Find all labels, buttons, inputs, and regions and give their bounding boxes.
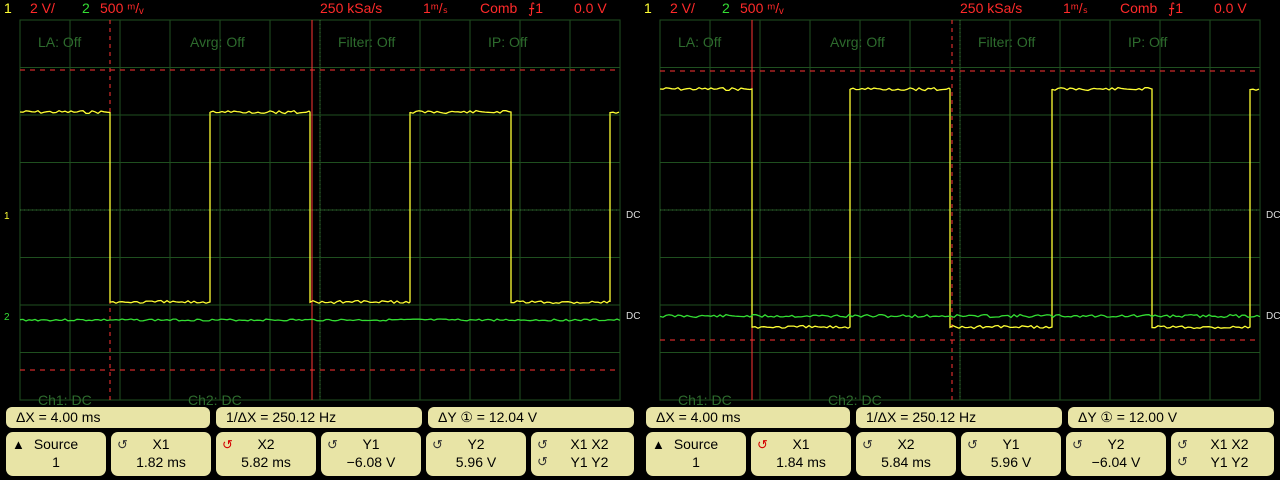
filter-status: Filter: Off (978, 34, 1036, 50)
softkey-value: 1 (52, 454, 60, 470)
filter-status: Filter: Off (338, 34, 396, 50)
softkey-label: Y2 (1107, 436, 1125, 452)
delta-x-readout: ΔX = 4.00 ms (6, 407, 210, 428)
softkey-value: 5.84 ms (881, 454, 931, 470)
source-softkey[interactable]: ▲ Source 1 (646, 432, 746, 476)
ch1-dc-marker: DC (626, 210, 640, 221)
ch1-coupling: Ch1: DC (678, 392, 732, 408)
ip-status: IP: Off (488, 34, 528, 50)
softkey-value: 5.96 V (990, 454, 1032, 470)
scope-screen-left: 1 2 V/ 2 500 ᵐ/ᵥ 250 kSa/s 1ᵐ/ₛ Comb ⨍1 … (0, 0, 640, 480)
softkey-label-2: Y1 Y2 (570, 454, 609, 470)
softkey-label: X2 (257, 436, 275, 452)
y2-softkey[interactable]: ↺ Y2 5.96 V (426, 432, 526, 476)
softkey-value: 1.84 ms (776, 454, 826, 470)
ch2-dc-marker: DC (1266, 311, 1280, 322)
delta-x-readout: ΔX = 4.00 ms (646, 407, 850, 428)
softkey-value: 1.82 ms (136, 454, 186, 470)
ch1-ground-marker[interactable]: 1 (4, 211, 10, 222)
ch1-coupling: Ch1: DC (38, 392, 92, 408)
graticule (659, 19, 1261, 401)
scope-screen-right: 1 2 V/ 2 500 ᵐ/ᵥ 250 kSa/s 1ᵐ/ₛ Comb ⨍1 … (640, 0, 1280, 480)
ip-status: IP: Off (1128, 34, 1168, 50)
softkey-value: −6.08 V (346, 454, 396, 470)
softkey-value: 5.96 V (455, 454, 497, 470)
softkey-value: −6.04 V (1091, 454, 1141, 470)
average-status: Avrg: Off (830, 34, 885, 50)
softkey-label: Source (33, 436, 79, 452)
delta-y-readout: ΔY ① = 12.04 V (428, 407, 634, 428)
softkey-label: Y1 (362, 436, 380, 452)
la-status: LA: Off (38, 34, 82, 50)
softkey-label-2: Y1 Y2 (1210, 454, 1249, 470)
graticule (19, 19, 621, 401)
softkey-label: Y1 (1002, 436, 1020, 452)
softkey-value: 1 (692, 454, 700, 470)
la-status: LA: Off (678, 34, 722, 50)
ch2-ground-marker[interactable]: 2 (4, 312, 10, 323)
softkey-label: X1 X2 (1210, 436, 1249, 452)
x2-softkey[interactable]: ↺ X2 5.82 ms (216, 432, 316, 476)
ch1-dc-marker: DC (1266, 210, 1280, 221)
y1-softkey[interactable]: ↺ Y1 −6.08 V (321, 432, 421, 476)
softkey-label: Y2 (467, 436, 485, 452)
softkey-label: X1 X2 (570, 436, 609, 452)
x2-softkey[interactable]: ↺ X2 5.84 ms (856, 432, 956, 476)
x1-softkey[interactable]: ↺ X1 1.84 ms (751, 432, 851, 476)
y1-softkey[interactable]: ↺ Y1 5.96 V (961, 432, 1061, 476)
softkey-value: 5.82 ms (241, 454, 291, 470)
delta-y-readout: ΔY ① = 12.00 V (1068, 407, 1274, 428)
softkey-label: Source (673, 436, 719, 452)
average-status: Avrg: Off (190, 34, 245, 50)
y2-softkey[interactable]: ↺ Y2 −6.04 V (1066, 432, 1166, 476)
ch2-dc-marker: DC (626, 311, 640, 322)
softkey-label: X1 (792, 436, 810, 452)
ch2-coupling: Ch2: DC (828, 392, 882, 408)
source-softkey[interactable]: ▲ Source 1 (6, 432, 106, 476)
softkey-label: X2 (897, 436, 915, 452)
x1x2-y1y2-softkey[interactable]: ↺ ↺ X1 X2 Y1 Y2 (531, 432, 634, 476)
x1x2-y1y2-softkey[interactable]: ↺ ↺ X1 X2 Y1 Y2 (1171, 432, 1274, 476)
ch2-coupling: Ch2: DC (188, 392, 242, 408)
softkey-label: X1 (152, 436, 170, 452)
inverse-delta-x-readout: 1/ΔX = 250.12 Hz (856, 407, 1062, 428)
x1-softkey[interactable]: ↺ X1 1.82 ms (111, 432, 211, 476)
inverse-delta-x-readout: 1/ΔX = 250.12 Hz (216, 407, 422, 428)
